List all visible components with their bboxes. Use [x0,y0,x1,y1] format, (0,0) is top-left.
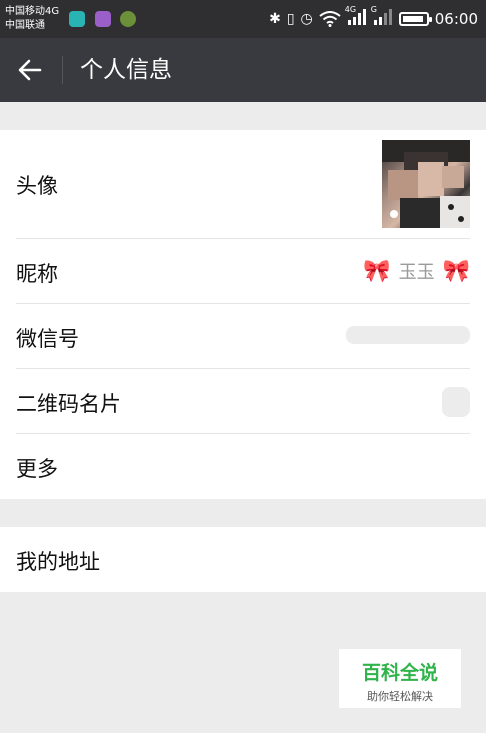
notification-browser-icon [120,11,136,27]
watermark: 百科全说 助你轻松解决 [339,649,461,708]
address-label: 我的地址 [16,550,100,574]
bow-icon: 🎀 [442,258,470,284]
wifi-icon [319,11,341,27]
wechat-id-value-blurred [346,326,470,344]
carrier-2: 中国联通 [5,20,45,31]
page-title: 个人信息 [80,57,172,83]
carrier-info: 中国移动4G 中国联通 [5,5,59,33]
qrcode-row[interactable]: 二维码名片 [16,369,470,434]
qrcode-label: 二维码名片 [16,392,121,416]
carrier-1: 中国移动4G [5,6,60,17]
network-type-4g: 4G [344,5,357,14]
nickname-label: 昵称 [16,262,58,286]
notification-gallery-icon [95,11,111,27]
signal-icon-2: G [371,5,393,29]
status-bar: 中国移动4G 中国联通 ✱ ▯ ◷ 4G G 06:00 [0,0,486,38]
battery-icon [398,12,432,26]
nickname-row[interactable]: 昵称 🎀 玉玉 🎀 [16,239,470,304]
avatar[interactable] [382,140,470,228]
more-label: 更多 [16,457,58,481]
qrcode-icon [442,387,470,417]
watermark-main: 百科全说 [361,662,438,684]
bluetooth-icon: ✱ [269,11,281,27]
wechat-id-row[interactable]: 微信号 [16,304,470,369]
nickname-value: 玉玉 [398,262,435,283]
more-row[interactable]: 更多 [16,434,470,499]
address-group: 我的地址 [0,527,486,592]
notification-app-icon [69,11,85,27]
signal-icon: 4G [345,5,367,29]
address-row[interactable]: 我的地址 [16,527,470,592]
wechat-id-label: 微信号 [16,327,79,351]
back-arrow-icon[interactable] [16,56,44,84]
app-bar: 个人信息 [0,38,486,102]
clock: 06:00 [434,10,478,28]
vibrate-icon: ▯ [286,11,295,27]
watermark-sub: 助你轻松解决 [367,690,433,703]
bow-icon: 🎀 [363,258,391,284]
status-icons: ✱ ▯ ◷ 4G G 06:00 [269,5,478,29]
network-type-g: G [370,5,377,14]
avatar-label: 头像 [16,174,58,198]
nickname-value-group: 🎀 玉玉 🎀 [363,258,470,284]
profile-group: 头像 昵称 🎀 玉玉 🎀 微信号 二维码名片 更多 [0,130,486,499]
header-divider [62,56,63,84]
avatar-row[interactable]: 头像 [16,130,470,239]
alarm-icon: ◷ [300,11,313,27]
